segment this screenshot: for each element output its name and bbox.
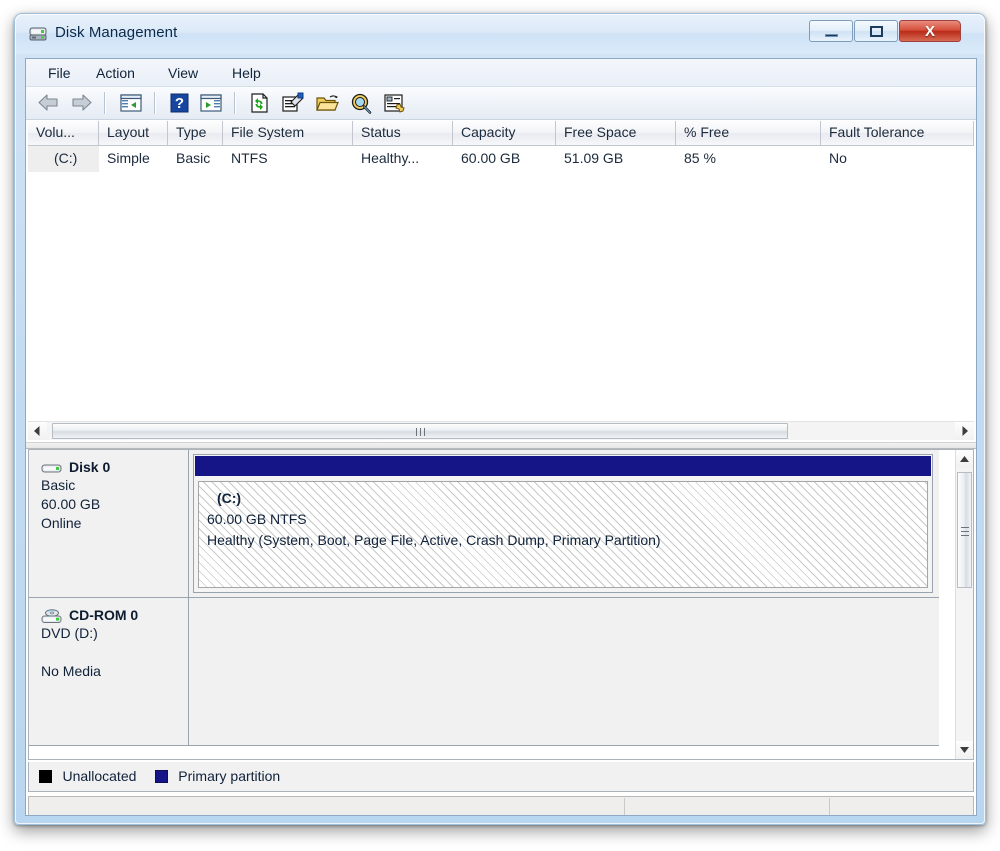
cdrom-drive-icon: [41, 609, 63, 625]
cell-free-space[interactable]: 51.09 GB: [556, 146, 676, 172]
cell-fault-tolerance[interactable]: No: [821, 146, 974, 172]
title-bar: Disk Management X: [15, 14, 985, 54]
disk-row-cdrom-0[interactable]: CD-ROM 0 DVD (D:) No Media: [29, 598, 939, 746]
minimize-button[interactable]: [809, 20, 853, 42]
column-header-layout[interactable]: Layout: [99, 121, 168, 146]
horizontal-scrollbar[interactable]: [28, 421, 974, 440]
legend: Unallocated Primary partition: [28, 762, 974, 792]
help-icon[interactable]: ?: [166, 91, 192, 115]
back-icon[interactable]: [36, 91, 62, 115]
forward-icon[interactable]: [68, 91, 94, 115]
rescan-disks-icon[interactable]: [348, 91, 374, 115]
menu-bar: File Action View Help: [26, 59, 976, 87]
column-header-capacity[interactable]: Capacity: [453, 121, 556, 146]
partition-type-bar: [195, 456, 931, 476]
disk-line-type: Basic: [41, 477, 76, 493]
cell-layout[interactable]: Simple: [99, 146, 168, 172]
menu-view[interactable]: View: [160, 63, 206, 83]
disk-drive-icon: [29, 25, 47, 42]
minimize-icon: [825, 34, 838, 37]
disk-info-cdrom-0[interactable]: CD-ROM 0 DVD (D:) No Media: [29, 598, 189, 746]
cell-type[interactable]: Basic: [168, 146, 223, 172]
disk-line-blank: [41, 643, 188, 662]
scroll-left-arrow-icon[interactable]: [28, 422, 47, 440]
disk-line-status: Online: [41, 515, 82, 531]
scroll-right-arrow-icon[interactable]: [955, 422, 974, 440]
status-bar: [28, 796, 974, 815]
vertical-scrollbar-thumb[interactable]: [957, 472, 972, 588]
disk-row-disk-0[interactable]: Disk 0 Basic 60.00 GB Online (C:) 60.00 …: [29, 450, 939, 598]
disk-info-disk-0[interactable]: Disk 0 Basic 60.00 GB Online: [29, 450, 189, 598]
cell-percent-free[interactable]: 85 %: [676, 146, 821, 172]
legend-swatch-primary-partition: [154, 770, 168, 783]
disk-line-media: No Media: [41, 663, 101, 679]
client-area: File Action View Help ? Volu... Layout T…: [25, 58, 977, 816]
graphical-view: Disk 0 Basic 60.00 GB Online (C:) 60.00 …: [28, 449, 974, 760]
column-header-row: Volu... Layout Type File System Status C…: [28, 121, 974, 146]
scroll-up-arrow-icon[interactable]: [956, 450, 973, 468]
column-header-file-system[interactable]: File System: [223, 121, 353, 146]
menu-file[interactable]: File: [40, 63, 79, 83]
toolbar-separator: [104, 92, 106, 114]
cell-file-system[interactable]: NTFS: [223, 146, 353, 172]
partition-details: (C:) 60.00 GB NTFS Healthy (System, Boot…: [198, 481, 928, 588]
column-header-volume[interactable]: Volu...: [28, 121, 99, 146]
legend-item-primary-partition: Primary partition: [154, 768, 281, 786]
column-header-percent-free[interactable]: % Free: [676, 121, 821, 146]
hard-disk-icon: [41, 461, 63, 477]
disk-partitions-area: (C:) 60.00 GB NTFS Healthy (System, Boot…: [189, 450, 939, 598]
show-action-pane-icon[interactable]: [198, 91, 224, 115]
horizontal-scrollbar-thumb[interactable]: [52, 423, 788, 439]
vertical-scrollbar[interactable]: [955, 450, 973, 759]
all-tasks-icon[interactable]: [382, 91, 408, 115]
maximize-button[interactable]: [854, 20, 898, 42]
column-header-type[interactable]: Type: [168, 121, 223, 146]
properties-icon[interactable]: [280, 91, 306, 115]
partition-size: 60.00 GB NTFS: [207, 511, 307, 527]
disk-title: Disk 0: [69, 459, 111, 475]
cell-volume[interactable]: (C:): [28, 146, 99, 172]
open-folder-icon[interactable]: [314, 91, 340, 115]
menu-help[interactable]: Help: [224, 63, 269, 83]
svg-text:?: ?: [175, 95, 184, 112]
column-header-fault-tolerance[interactable]: Fault Tolerance: [821, 121, 974, 146]
column-header-free-space[interactable]: Free Space: [556, 121, 676, 146]
partition-status: Healthy (System, Boot, Page File, Active…: [207, 532, 661, 548]
close-icon: X: [924, 23, 935, 40]
cell-status[interactable]: Healthy...: [353, 146, 453, 172]
window-title: Disk Management: [55, 24, 178, 41]
scroll-down-arrow-icon[interactable]: [956, 741, 973, 759]
close-button[interactable]: X: [899, 20, 961, 42]
legend-label-unallocated: Unallocated: [62, 768, 137, 784]
partition-label: (C:): [217, 490, 242, 506]
legend-label-primary-partition: Primary partition: [178, 768, 281, 784]
cell-capacity[interactable]: 60.00 GB: [453, 146, 556, 172]
disk-management-window: Disk Management X File Action View Help: [14, 13, 986, 825]
refresh-icon[interactable]: [246, 91, 272, 115]
disk-line-device: DVD (D:): [41, 625, 98, 641]
disk-line-capacity: 60.00 GB: [41, 496, 101, 512]
status-bar-divider: [624, 798, 625, 815]
maximize-icon: [870, 26, 883, 37]
toolbar-separator: [154, 92, 156, 114]
disk-title: CD-ROM 0: [69, 607, 139, 623]
legend-item-unallocated: Unallocated: [39, 768, 136, 786]
volume-list[interactable]: Volu... Layout Type File System Status C…: [28, 121, 974, 421]
column-header-status[interactable]: Status: [353, 121, 453, 146]
toolbar-separator: [234, 92, 236, 114]
table-row[interactable]: (C:) Simple Basic NTFS Healthy... 60.00 …: [28, 146, 974, 172]
pane-splitter[interactable]: [26, 442, 976, 449]
status-bar-divider: [829, 798, 830, 815]
menu-action[interactable]: Action: [88, 63, 143, 83]
legend-swatch-unallocated: [39, 770, 52, 783]
partition-c[interactable]: (C:) 60.00 GB NTFS Healthy (System, Boot…: [193, 454, 933, 593]
toolbar: ?: [26, 87, 976, 120]
cdrom-empty-area: [189, 598, 939, 746]
show-console-tree-icon[interactable]: [118, 91, 144, 115]
